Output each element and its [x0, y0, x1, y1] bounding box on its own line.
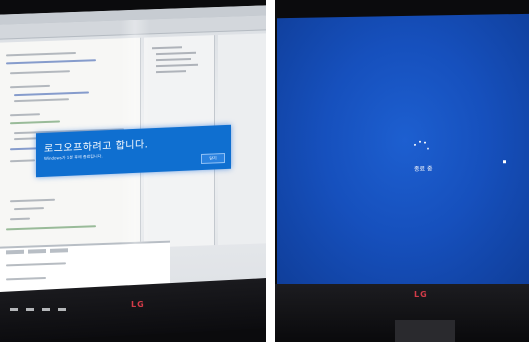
taskbar [0, 300, 110, 314]
lg-logo: LG [414, 290, 428, 299]
taskbar-icon[interactable] [26, 308, 34, 311]
monitor-stand [395, 320, 455, 342]
photo-logoff-warning: 로그오프하려고 합니다. Windows가 1분 후에 종료됩니다. 닫기 LG [0, 0, 266, 342]
mouse-cursor-icon [503, 160, 506, 164]
dialog-message: Windows가 1분 후에 종료됩니다. [44, 153, 103, 161]
photo-shutting-down: 종료 중 LG [275, 0, 529, 342]
logoff-warning-dialog: 로그오프하려고 합니다. Windows가 1분 후에 종료됩니다. 닫기 [36, 124, 231, 178]
loading-spinner-icon [414, 139, 434, 159]
dialog-title: 로그오프하려고 합니다. [44, 139, 149, 155]
lg-logo: LG [131, 300, 145, 309]
taskbar-icon[interactable] [58, 308, 66, 311]
shutdown-screen: 종료 중 [277, 13, 529, 295]
taskbar-icon[interactable] [10, 308, 18, 311]
close-button[interactable]: 닫기 [201, 153, 225, 165]
shutting-down-text: 종료 중 [414, 165, 433, 173]
taskbar-icon[interactable] [42, 308, 50, 311]
